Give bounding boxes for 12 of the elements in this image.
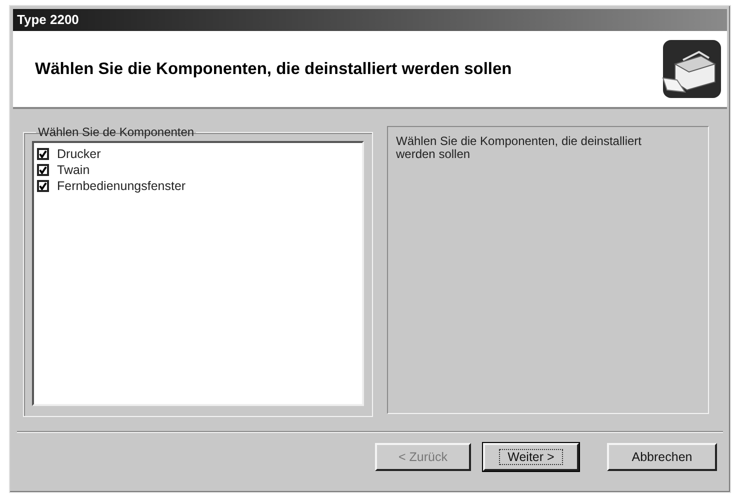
window-title: Type 2200 [17, 11, 79, 30]
checkbox[interactable] [37, 180, 49, 192]
wizard-button[interactable]: Abbrechen [607, 443, 717, 471]
description-text: Wählen Sie die Komponenten, die deinstalliert werden sollen [396, 135, 642, 161]
component-item[interactable]: Fernbedienungsfenster [37, 178, 359, 194]
checkbox[interactable] [37, 148, 49, 160]
wizard-button[interactable]: Weiter > [483, 443, 579, 471]
group-label: Wählen Sie de Komponenten [37, 124, 196, 141]
component-item[interactable]: Drucker [37, 146, 359, 162]
checkbox[interactable] [37, 164, 49, 176]
component-item[interactable]: Twain [37, 162, 359, 178]
header-title: Wählen Sie die Komponenten, die deinstalliert werden sollen [35, 58, 512, 80]
